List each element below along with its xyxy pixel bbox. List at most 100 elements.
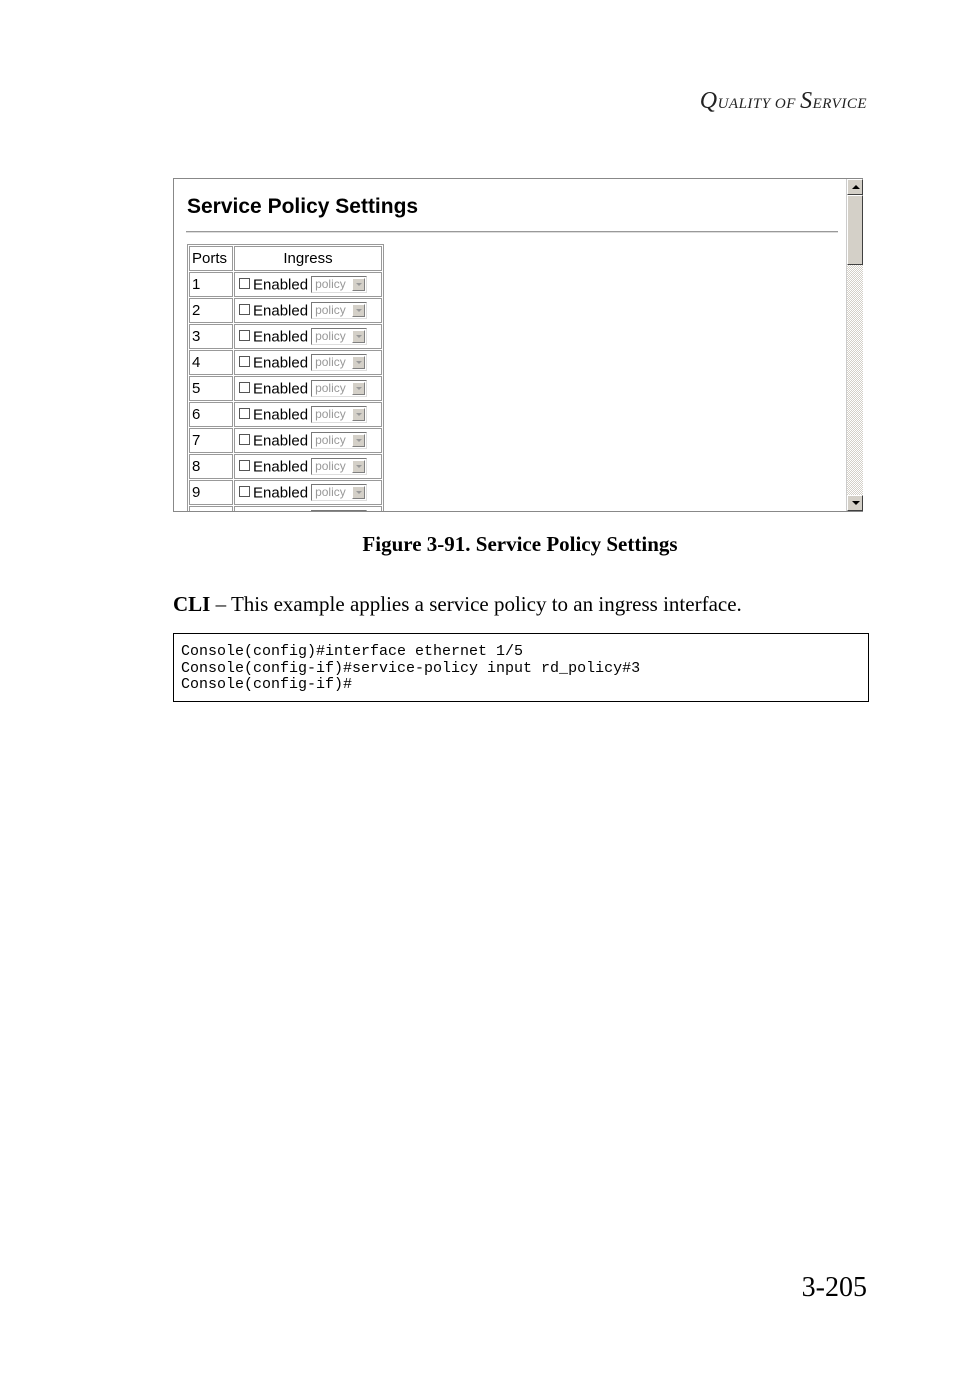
port-number: 6 — [189, 402, 233, 427]
chevron-down-icon[interactable] — [352, 434, 366, 448]
table-row: 6 Enabled policy — [189, 402, 382, 427]
ports-table: Ports Ingress 1 Enabled policy 2 Enabled poli… — [187, 244, 384, 512]
enabled-label: Enabled — [253, 458, 309, 476]
cli-label: CLI — [173, 592, 211, 616]
table-row: 3 Enabled policy — [189, 324, 382, 349]
policy-select-value: policy — [315, 381, 346, 396]
code-line: Console(config-if)#service-policy input … — [181, 659, 641, 677]
running-head-s: S — [800, 88, 813, 114]
port-number: 8 — [189, 454, 233, 479]
ingress-cell: Enabled policy — [234, 324, 382, 349]
running-head: QUALITY OF SERVICE — [700, 88, 867, 115]
port-number: 2 — [189, 298, 233, 323]
title-divider — [186, 231, 838, 233]
enabled-checkbox[interactable] — [239, 434, 250, 446]
table-row: 5 Enabled policy — [189, 376, 382, 401]
port-number: 5 — [189, 376, 233, 401]
ingress-cell: Enabled policy — [234, 376, 382, 401]
enabled-label: Enabled — [253, 328, 309, 346]
table-row: 10 Enabled policy — [189, 506, 382, 512]
table-row: 2 Enabled policy — [189, 298, 382, 323]
policy-select[interactable]: policy — [311, 458, 368, 476]
enabled-label: Enabled — [253, 432, 309, 450]
table-header-row: Ports Ingress — [189, 246, 382, 271]
ingress-cell: Enabled policy — [234, 480, 382, 505]
policy-select-value: policy — [315, 303, 346, 318]
chevron-down-icon[interactable] — [352, 408, 366, 422]
policy-select-value: policy — [315, 485, 346, 500]
cli-description: – This example applies a service policy … — [210, 592, 742, 616]
page-number: 3-205 — [801, 1272, 867, 1303]
table-row: 7 Enabled policy — [189, 428, 382, 453]
policy-select-value: policy — [315, 459, 346, 474]
policy-select[interactable]: policy — [311, 380, 368, 398]
port-number: 7 — [189, 428, 233, 453]
port-number: 3 — [189, 324, 233, 349]
policy-select-value: policy — [315, 433, 346, 448]
scroll-down-arrow-icon[interactable] — [847, 495, 863, 511]
code-line: Console(config-if)# — [181, 676, 353, 693]
port-number: 4 — [189, 350, 233, 375]
chevron-down-icon[interactable] — [352, 356, 366, 370]
enabled-checkbox[interactable] — [239, 486, 250, 498]
policy-select[interactable]: policy — [311, 484, 368, 502]
policy-select-value: policy — [315, 277, 346, 292]
enabled-label: Enabled — [253, 276, 309, 294]
policy-select[interactable]: policy — [311, 302, 368, 320]
chevron-down-icon[interactable] — [352, 382, 366, 396]
port-number: 9 — [189, 480, 233, 505]
chevron-down-icon[interactable] — [352, 304, 366, 318]
chevron-down-icon[interactable] — [352, 278, 366, 292]
panel-title: Service Policy Settings — [187, 195, 419, 218]
policy-select[interactable]: policy — [311, 510, 368, 512]
running-head-part2: ERVICE — [812, 96, 867, 112]
ingress-cell: Enabled policy — [234, 298, 382, 323]
enabled-label: Enabled — [253, 380, 309, 398]
enabled-checkbox[interactable] — [239, 356, 250, 368]
policy-select[interactable]: policy — [311, 432, 368, 450]
ingress-cell: Enabled policy — [234, 428, 382, 453]
ports-header: Ports — [189, 246, 233, 271]
cli-paragraph: CLI – This example applies a service pol… — [173, 592, 742, 617]
enabled-checkbox[interactable] — [239, 278, 250, 290]
vertical-scrollbar[interactable] — [846, 179, 863, 511]
code-block: Console(config)#interface ethernet 1/5 Co… — [173, 633, 869, 702]
ingress-cell: Enabled policy — [234, 506, 382, 512]
enabled-checkbox[interactable] — [239, 460, 250, 472]
table-row: 4 Enabled policy — [189, 350, 382, 375]
table-row: 8 Enabled policy — [189, 454, 382, 479]
running-head-q: Q — [699, 88, 718, 114]
chevron-down-icon[interactable] — [352, 330, 366, 344]
policy-select-value: policy — [315, 511, 346, 512]
policy-select-value: policy — [315, 407, 346, 422]
ingress-header: Ingress — [234, 246, 382, 271]
running-head-part1: UALITY OF — [717, 96, 801, 112]
table-row: 1 Enabled policy — [189, 272, 382, 297]
enabled-label: Enabled — [253, 354, 309, 372]
scrollbar-thumb[interactable] — [847, 195, 863, 265]
figure-caption: Figure 3-91. Service Policy Settings — [362, 532, 678, 556]
enabled-checkbox[interactable] — [239, 408, 250, 420]
ingress-cell: Enabled policy — [234, 454, 382, 479]
enabled-label: Enabled — [253, 484, 309, 502]
enabled-label: Enabled — [253, 406, 309, 424]
ingress-cell: Enabled policy — [234, 272, 382, 297]
figure-content: Service Policy Settings Ports Ingress 1E… — [174, 179, 844, 511]
table-row: 9 Enabled policy — [189, 480, 382, 505]
chevron-down-icon[interactable] — [352, 486, 366, 500]
policy-select-value: policy — [315, 329, 346, 344]
enabled-checkbox[interactable] — [239, 304, 250, 316]
ingress-cell: Enabled policy — [234, 402, 382, 427]
ingress-cell: Enabled policy — [234, 350, 382, 375]
policy-select[interactable]: policy — [311, 406, 368, 424]
policy-select[interactable]: policy — [311, 328, 368, 346]
policy-select-value: policy — [315, 355, 346, 370]
enabled-checkbox[interactable] — [239, 330, 250, 342]
enabled-checkbox[interactable] — [239, 382, 250, 394]
port-number: 10 — [189, 506, 233, 511]
table-body: 1 Enabled policy 2 Enabled policy 3 Enabled poli… — [189, 272, 382, 512]
policy-select[interactable]: policy — [311, 354, 368, 372]
chevron-down-icon[interactable] — [352, 460, 366, 474]
scroll-up-arrow-icon[interactable] — [847, 179, 863, 195]
policy-select[interactable]: policy — [311, 276, 368, 294]
